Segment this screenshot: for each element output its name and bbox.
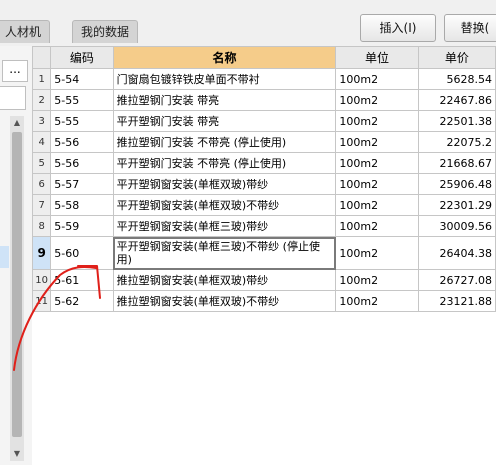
row-index-cell[interactable]: 3 — [31, 110, 52, 132]
row-index-cell[interactable]: 9 — [31, 236, 52, 270]
name-cell[interactable]: 平开塑钢窗安装(单框双玻)带纱 — [112, 173, 337, 195]
price-cell[interactable]: 26727.08 — [417, 269, 496, 291]
name-cell[interactable]: 门窗扇包镀锌铁皮单面不带衬 — [112, 68, 337, 90]
insert-button[interactable]: 插入(I) — [360, 14, 436, 42]
table-row[interactable]: 3 5-55 平开塑钢门安装 带亮 100m2 22501.38 — [31, 110, 496, 132]
more-button[interactable]: ... — [2, 60, 28, 82]
tab-materials[interactable]: 人材机 — [0, 20, 51, 43]
header-index — [31, 46, 52, 69]
name-cell[interactable]: 平开塑钢门安装 带亮 — [112, 110, 337, 132]
price-cell[interactable]: 26404.38 — [417, 236, 496, 270]
price-cell[interactable]: 25906.48 — [417, 173, 496, 195]
header-unit[interactable]: 单位 — [335, 46, 419, 69]
row-index-cell[interactable]: 4 — [31, 131, 52, 153]
replace-button[interactable]: 替换( — [444, 14, 496, 42]
code-cell[interactable]: 5-62 — [50, 290, 114, 312]
unit-cell[interactable]: 100m2 — [335, 131, 419, 153]
scroll-thumb[interactable] — [12, 132, 22, 437]
tab-my-data[interactable]: 我的数据 — [72, 20, 139, 43]
unit-cell[interactable]: 100m2 — [335, 89, 419, 111]
price-cell[interactable]: 5628.54 — [417, 68, 496, 90]
search-input[interactable] — [0, 86, 26, 110]
table-row[interactable]: 10 5-61 推拉塑钢窗安装(单框双玻)带纱 100m2 26727.08 — [31, 269, 496, 291]
row-index-cell[interactable]: 10 — [31, 269, 52, 291]
table-row[interactable]: 11 5-62 推拉塑钢窗安装(单框双玻)不带纱 100m2 23121.88 — [31, 290, 496, 312]
name-cell[interactable]: 平开塑钢窗安装(单框双玻)不带纱 — [112, 194, 337, 216]
unit-cell[interactable]: 100m2 — [335, 269, 419, 291]
code-cell[interactable]: 5-54 — [50, 68, 114, 90]
code-cell[interactable]: 5-61 — [50, 269, 114, 291]
price-cell[interactable]: 21668.67 — [417, 152, 496, 174]
table-row[interactable]: 4 5-56 推拉塑钢门安装 不带亮 (停止使用) 100m2 22075.2 — [31, 131, 496, 153]
left-panel: ... ▲ ▼ — [0, 46, 33, 465]
price-cell[interactable]: 23121.88 — [417, 290, 496, 312]
table-row[interactable]: 8 5-59 平开塑钢窗安装(单框三玻)带纱 100m2 30009.56 — [31, 215, 496, 237]
header-price[interactable]: 单价 — [417, 46, 496, 69]
vertical-scrollbar[interactable]: ▲ ▼ — [10, 116, 24, 461]
price-cell[interactable]: 22467.86 — [417, 89, 496, 111]
unit-cell[interactable]: 100m2 — [335, 236, 419, 270]
row-index-cell[interactable]: 5 — [31, 152, 52, 174]
table-empty-area — [32, 312, 496, 465]
code-cell[interactable]: 5-56 — [50, 131, 114, 153]
name-cell[interactable]: 推拉塑钢门安装 不带亮 (停止使用) — [112, 131, 337, 153]
code-cell[interactable]: 5-59 — [50, 215, 114, 237]
header-name[interactable]: 名称 — [112, 46, 337, 69]
name-cell[interactable]: 平开塑钢门安装 不带亮 (停止使用) — [112, 152, 337, 174]
row-index-cell[interactable]: 11 — [31, 290, 52, 312]
unit-cell[interactable]: 100m2 — [335, 110, 419, 132]
table-row[interactable]: 5 5-56 平开塑钢门安装 不带亮 (停止使用) 100m2 21668.67 — [31, 152, 496, 174]
scroll-up-icon[interactable]: ▲ — [10, 116, 24, 130]
table-row[interactable]: 9 5-60 平开塑钢窗安装(单框三玻)不带纱 (停止使用) 100m2 26404.3… — [31, 236, 496, 270]
quota-table: 编码 名称 单位 单价 1 5-54 门窗扇包镀锌铁皮单面不带衬 100m2 5628.… — [31, 46, 496, 312]
code-cell[interactable]: 5-60 — [50, 236, 114, 270]
unit-cell[interactable]: 100m2 — [335, 194, 419, 216]
name-cell[interactable]: 推拉塑钢窗安装(单框双玻)不带纱 — [112, 290, 337, 312]
row-index-cell[interactable]: 2 — [31, 89, 52, 111]
table-row[interactable]: 7 5-58 平开塑钢窗安装(单框双玻)不带纱 100m2 22301.29 — [31, 194, 496, 216]
row-index-cell[interactable]: 1 — [31, 68, 52, 90]
row-index-cell[interactable]: 8 — [31, 215, 52, 237]
scroll-down-icon[interactable]: ▼ — [10, 447, 24, 461]
name-cell[interactable]: 平开塑钢窗安装(单框三玻)带纱 — [112, 215, 337, 237]
header-code[interactable]: 编码 — [50, 46, 114, 69]
unit-cell[interactable]: 100m2 — [335, 173, 419, 195]
code-cell[interactable]: 5-58 — [50, 194, 114, 216]
table-row[interactable]: 6 5-57 平开塑钢窗安装(单框双玻)带纱 100m2 25906.48 — [31, 173, 496, 195]
price-cell[interactable]: 22075.2 — [417, 131, 496, 153]
code-cell[interactable]: 5-55 — [50, 110, 114, 132]
unit-cell[interactable]: 100m2 — [335, 215, 419, 237]
code-cell[interactable]: 5-56 — [50, 152, 114, 174]
code-cell[interactable]: 5-55 — [50, 89, 114, 111]
name-cell[interactable]: 推拉塑钢窗安装(单框双玻)带纱 — [112, 269, 337, 291]
table-header: 编码 名称 单位 单价 — [31, 46, 496, 69]
tab-bar: 人材机 我的数据 插入(I) 替换( — [0, 0, 496, 46]
table-row[interactable]: 1 5-54 门窗扇包镀锌铁皮单面不带衬 100m2 5628.54 — [31, 68, 496, 90]
row-index-cell[interactable]: 6 — [31, 173, 52, 195]
selected-item-marker — [0, 246, 9, 268]
unit-cell[interactable]: 100m2 — [335, 290, 419, 312]
price-cell[interactable]: 30009.56 — [417, 215, 496, 237]
name-cell[interactable]: 推拉塑钢门安装 带亮 — [112, 89, 337, 111]
code-cell[interactable]: 5-57 — [50, 173, 114, 195]
unit-cell[interactable]: 100m2 — [335, 68, 419, 90]
row-index-cell[interactable]: 7 — [31, 194, 52, 216]
unit-cell[interactable]: 100m2 — [335, 152, 419, 174]
name-cell[interactable]: 平开塑钢窗安装(单框三玻)不带纱 (停止使用) — [112, 236, 337, 270]
price-cell[interactable]: 22301.29 — [417, 194, 496, 216]
price-cell[interactable]: 22501.38 — [417, 110, 496, 132]
table-row[interactable]: 2 5-55 推拉塑钢门安装 带亮 100m2 22467.86 — [31, 89, 496, 111]
